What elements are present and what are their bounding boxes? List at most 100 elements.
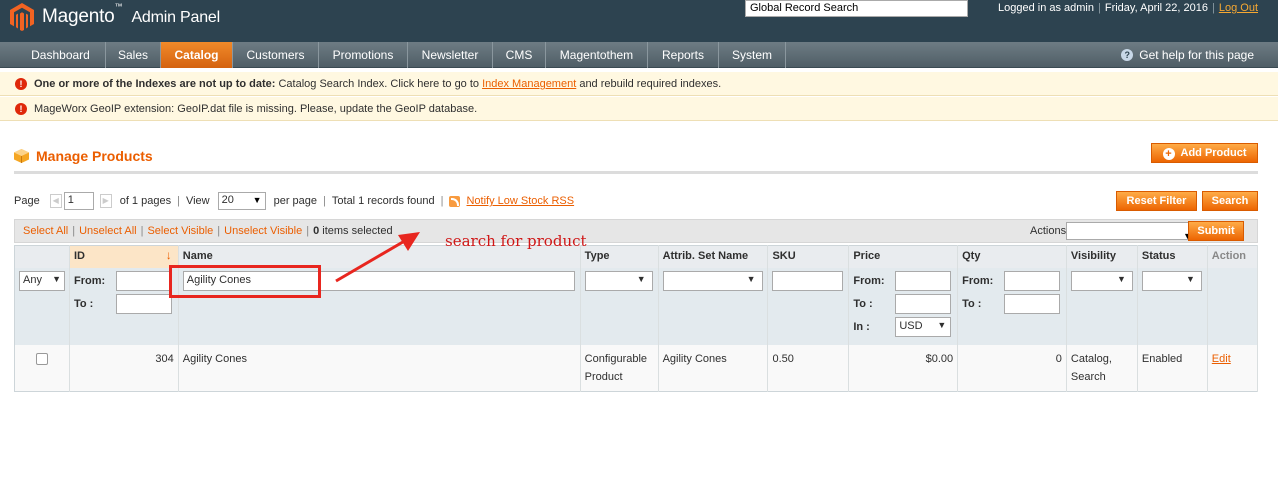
actions-select[interactable] bbox=[1066, 222, 1196, 247]
help-icon: ? bbox=[1121, 49, 1134, 61]
select-visible-link[interactable]: Select Visible bbox=[147, 225, 213, 237]
massaction-bar: Select All | Unselect All | Select Visible | U… bbox=[14, 219, 1258, 247]
col-header-checkbox bbox=[14, 245, 70, 268]
geoip-error-message: ! MageWorx GeoIP extension: GeoIP.dat fi… bbox=[0, 97, 1278, 121]
cell-status: Enabled bbox=[1137, 344, 1208, 391]
price-from-input[interactable] bbox=[895, 270, 952, 291]
geoip-error-text: MageWorx GeoIP extension: GeoIP.dat file… bbox=[34, 103, 478, 115]
nav-sales[interactable]: Sales bbox=[106, 42, 161, 68]
qty-from-input[interactable] bbox=[1004, 270, 1061, 291]
nav-catalog[interactable]: Catalog bbox=[161, 42, 233, 68]
col-header-id[interactable]: ID ↓ bbox=[69, 245, 179, 268]
logout-link[interactable]: Log Out bbox=[1219, 2, 1258, 14]
search-button[interactable]: Search bbox=[1202, 191, 1258, 211]
global-search-input[interactable]: Global Record Search bbox=[745, 0, 968, 17]
main-nav: Dashboard Sales Catalog Customers Promot… bbox=[0, 42, 1278, 68]
col-header-sku[interactable]: SKU bbox=[767, 245, 850, 268]
page-title: Manage Products bbox=[36, 148, 153, 164]
type-filter-select[interactable]: ▼ bbox=[584, 270, 653, 291]
nav-cms[interactable]: CMS bbox=[493, 42, 546, 68]
cell-id: 304 bbox=[69, 344, 179, 391]
col-header-attrib-set[interactable]: Attrib. Set Name bbox=[658, 245, 769, 268]
admin-header: Magento™ Admin Panel Global Record Searc… bbox=[0, 0, 1278, 42]
reset-filter-button[interactable]: Reset Filter bbox=[1116, 191, 1197, 211]
sku-filter-input[interactable] bbox=[772, 270, 844, 291]
annotation-highlight-box bbox=[169, 265, 321, 298]
add-product-button[interactable]: + Add Product bbox=[1151, 143, 1258, 163]
nav-system[interactable]: System bbox=[719, 42, 786, 68]
row-checkbox[interactable] bbox=[36, 352, 48, 365]
cell-sku: 0.50 bbox=[767, 344, 850, 391]
view-label: View bbox=[185, 195, 210, 207]
submit-button[interactable]: Submit bbox=[1188, 221, 1244, 241]
unselect-all-link[interactable]: Unselect All bbox=[79, 225, 136, 237]
index-warning-tail: and rebuild required indexes. bbox=[576, 78, 722, 90]
cell-type: Configurable Product bbox=[580, 344, 659, 391]
annotation-arrow-icon bbox=[335, 232, 420, 283]
cell-qty: 0 bbox=[957, 344, 1067, 391]
plus-icon: + bbox=[1162, 148, 1175, 160]
help-link[interactable]: ? Get help for this page bbox=[1121, 42, 1254, 68]
table-row: 304 Agility Cones Configurable Product Ag… bbox=[14, 344, 1259, 391]
qty-to-label: To : bbox=[962, 297, 982, 310]
price-to-label: To : bbox=[853, 297, 873, 310]
index-management-link[interactable]: Index Management bbox=[482, 78, 576, 90]
cell-price: $0.00 bbox=[848, 344, 959, 391]
error-icon: ! bbox=[15, 103, 27, 115]
rss-icon bbox=[449, 195, 461, 207]
nav-dashboard[interactable]: Dashboard bbox=[16, 42, 106, 68]
col-header-status[interactable]: Status bbox=[1137, 245, 1208, 268]
low-stock-rss-link[interactable]: Notify Low Stock RSS bbox=[466, 195, 574, 207]
nav-promotions[interactable]: Promotions bbox=[319, 42, 408, 68]
per-page-select[interactable]: 20 bbox=[217, 192, 266, 210]
nav-reports[interactable]: Reports bbox=[648, 42, 719, 68]
id-from-input[interactable] bbox=[116, 270, 172, 291]
col-header-visibility[interactable]: Visibility bbox=[1066, 245, 1138, 268]
page-label: Page bbox=[14, 195, 40, 207]
select-all-link[interactable]: Select All bbox=[23, 225, 68, 237]
nav-newsletter[interactable]: Newsletter bbox=[408, 42, 493, 68]
status-filter-select[interactable]: ▼ bbox=[1141, 270, 1202, 291]
cell-visibility: Catalog, Search bbox=[1066, 344, 1138, 391]
logged-in-text: Logged in as admin bbox=[997, 2, 1094, 14]
magento-logo[interactable]: Magento™ Admin Panel bbox=[10, 2, 220, 32]
col-header-type[interactable]: Type bbox=[580, 245, 659, 268]
visibility-filter-select[interactable]: ▼ bbox=[1070, 270, 1133, 291]
qty-to-input[interactable] bbox=[1004, 293, 1061, 314]
id-from-label: From: bbox=[74, 274, 106, 287]
actions-label: Actions bbox=[1030, 225, 1067, 237]
attrib-set-filter-select[interactable]: ▼ bbox=[662, 270, 763, 291]
currency-select[interactable]: USD ▼ bbox=[895, 316, 952, 337]
price-to-input[interactable] bbox=[895, 293, 952, 314]
nav-magentothem[interactable]: Magentothem bbox=[546, 42, 648, 68]
per-page-label: per page bbox=[273, 195, 318, 207]
total-records: Total 1 records found bbox=[331, 195, 435, 207]
col-header-action: Action bbox=[1207, 245, 1259, 268]
nav-customers[interactable]: Customers bbox=[233, 42, 319, 68]
col-header-qty[interactable]: Qty bbox=[957, 245, 1067, 268]
unselect-visible-link[interactable]: Unselect Visible bbox=[224, 225, 302, 237]
index-warning-message: ! One or more of the Indexes are not up … bbox=[0, 72, 1278, 96]
logo-trademark: ™ bbox=[114, 2, 123, 11]
add-product-label: Add Product bbox=[1180, 147, 1247, 159]
index-warning-text: Catalog Search Index. Click here to go t… bbox=[275, 78, 483, 90]
qty-from-label: From: bbox=[962, 274, 994, 287]
massaction-filter-select[interactable]: Any ▼ bbox=[19, 270, 65, 291]
id-to-label: To : bbox=[74, 297, 94, 310]
prev-page-icon[interactable]: ◀ bbox=[49, 194, 62, 208]
col-header-price[interactable]: Price bbox=[848, 245, 959, 268]
box-icon bbox=[14, 149, 29, 163]
page-input[interactable]: 1 bbox=[63, 192, 94, 210]
next-page-icon[interactable]: ▶ bbox=[99, 194, 112, 208]
edit-link[interactable]: Edit bbox=[1212, 353, 1231, 365]
logo-text: Magento bbox=[42, 6, 115, 27]
cell-name: Agility Cones bbox=[178, 344, 581, 391]
sort-desc-icon: ↓ bbox=[165, 248, 172, 262]
id-to-input[interactable] bbox=[116, 293, 172, 314]
help-text: Get help for this page bbox=[1139, 48, 1254, 62]
page-title-bar: Manage Products bbox=[14, 144, 1258, 174]
index-warning-bold: One or more of the Indexes are not up to… bbox=[34, 78, 276, 90]
magento-logo-icon bbox=[10, 3, 34, 31]
pager: Page ◀ 1 ▶ of 1 pages | View 20 per page… bbox=[14, 192, 574, 210]
annotation-text: search for product bbox=[445, 232, 587, 250]
